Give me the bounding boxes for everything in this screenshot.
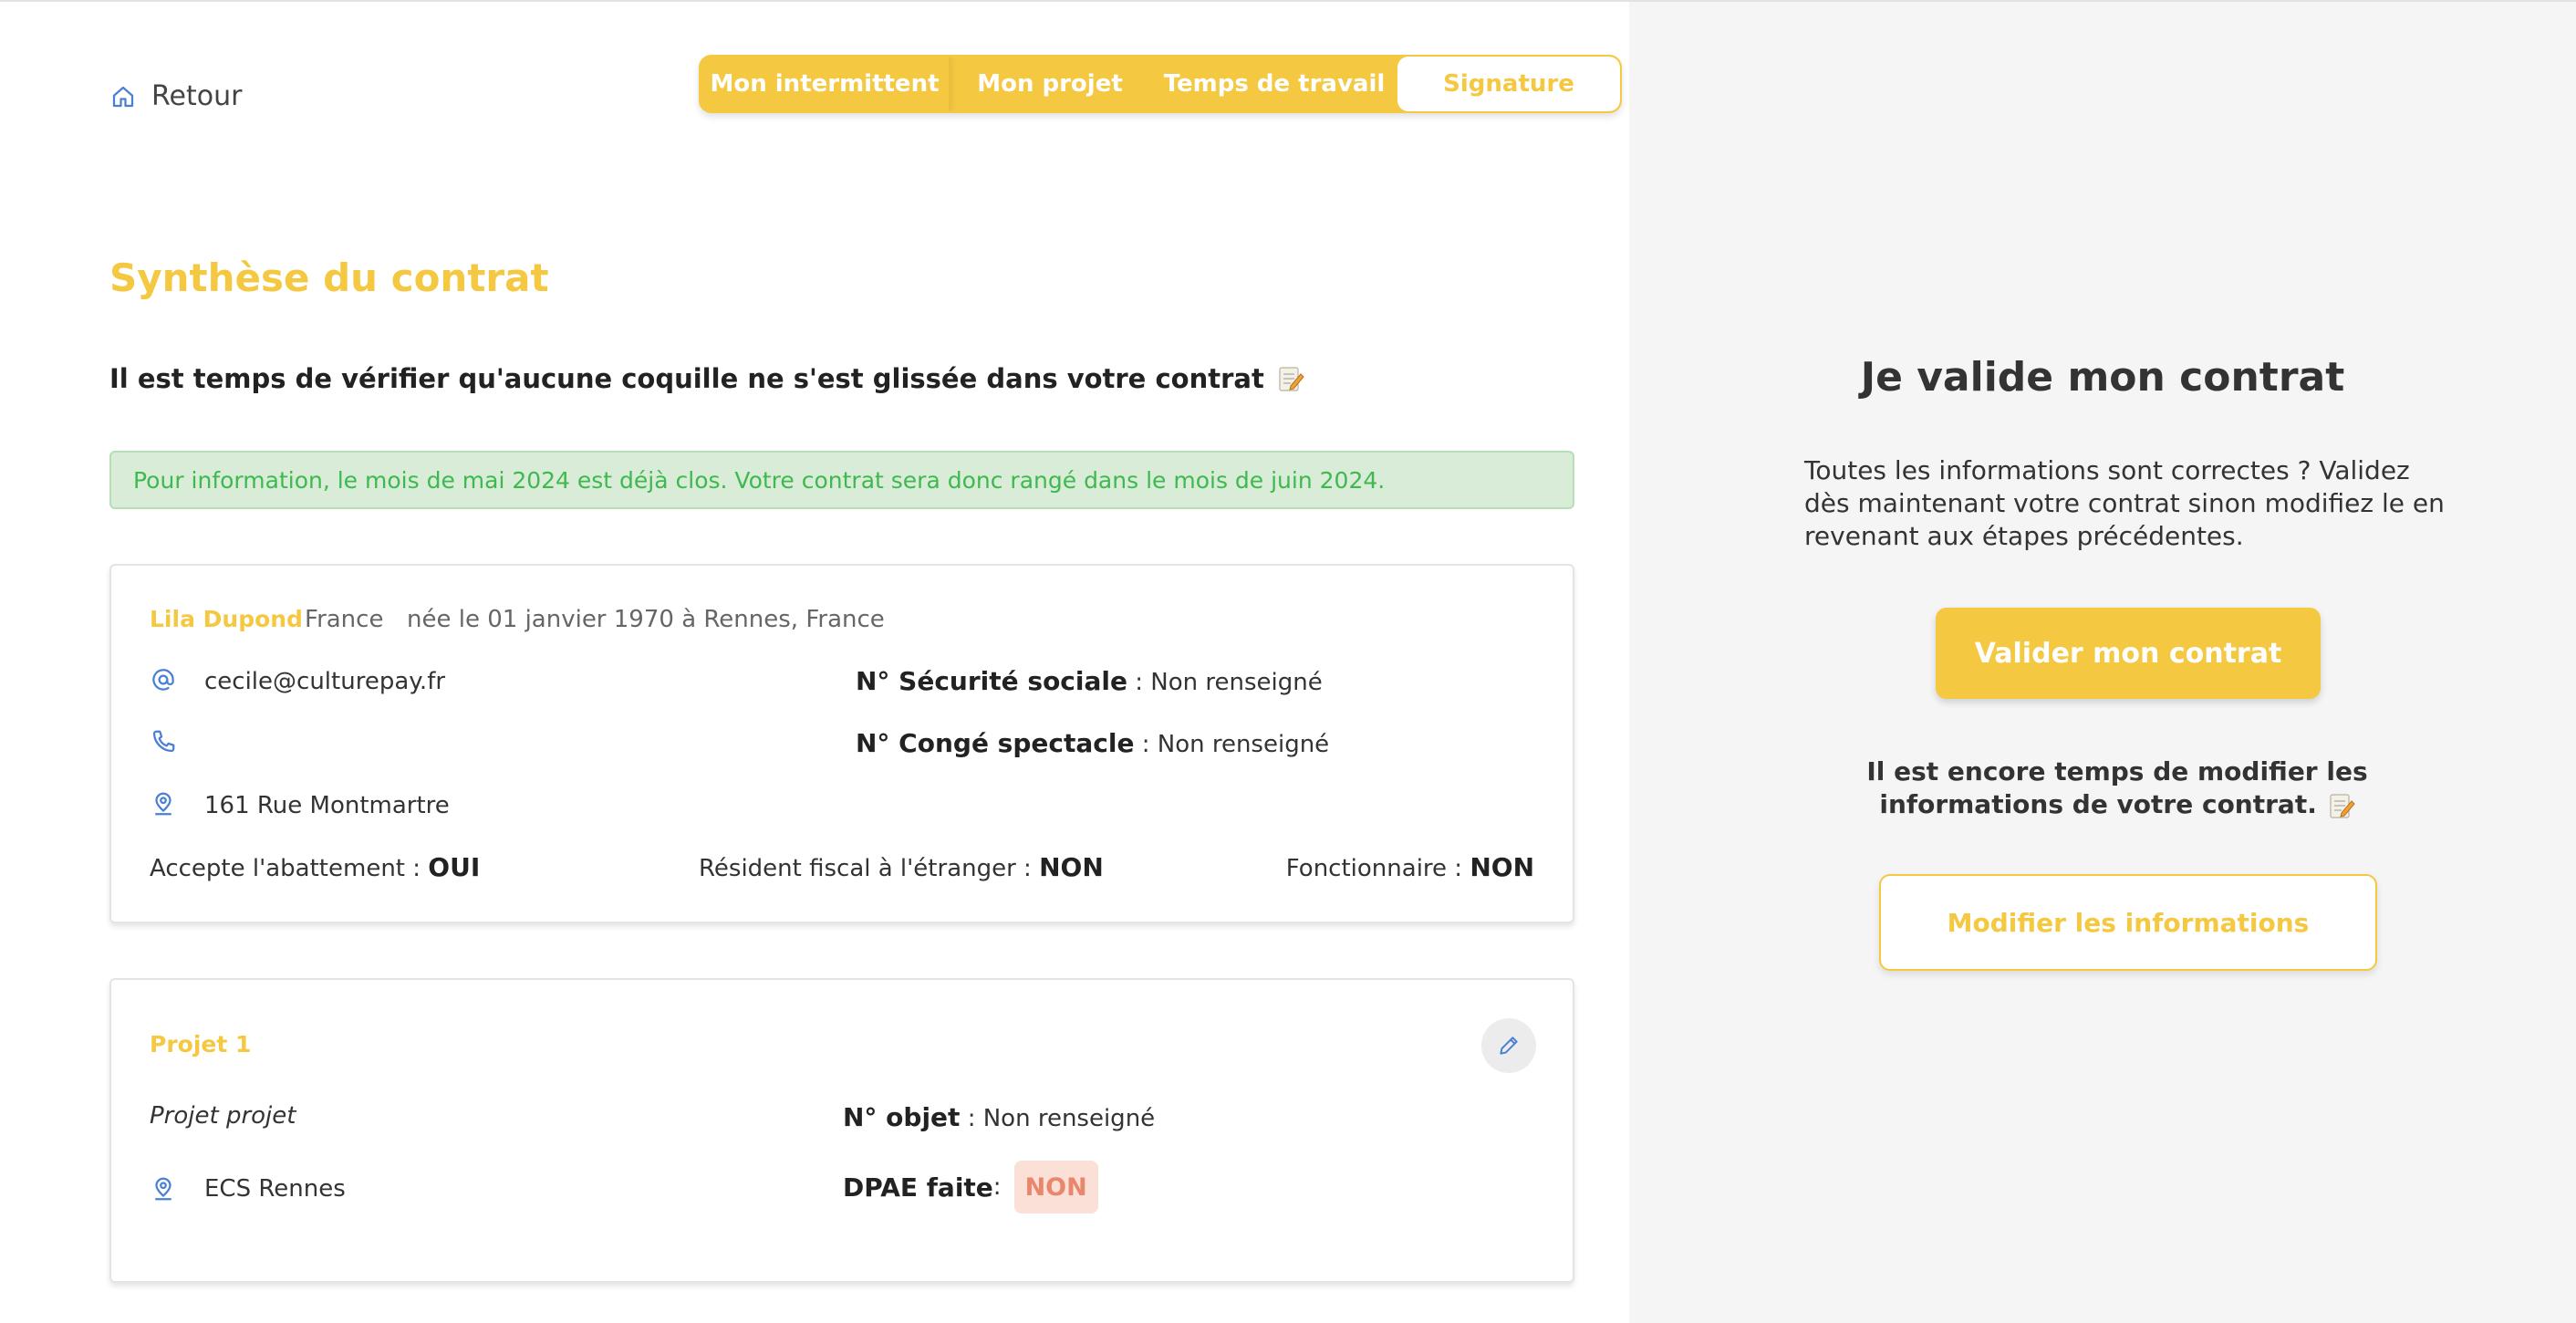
- person-country: France: [305, 606, 384, 633]
- project-name: Projet projet: [150, 1102, 296, 1130]
- dpae-label: DPAE faite: [843, 1172, 993, 1203]
- home-icon: [112, 86, 134, 107]
- location-pin-icon: [155, 792, 171, 816]
- modify-hint-text: Il est encore temps de modifier les info…: [1866, 756, 2368, 819]
- step-temps-de-travail[interactable]: Temps de travail: [1151, 57, 1397, 111]
- edit-project-button[interactable]: [1481, 1018, 1536, 1073]
- fonctionnaire-value: NON: [1470, 852, 1534, 882]
- memo-icon: [1279, 367, 1304, 391]
- person-name: Lila Dupond: [150, 606, 303, 632]
- dpae-status-badge: NON: [1013, 1161, 1098, 1214]
- abattement-value: OUI: [428, 852, 481, 882]
- back-label: Retour: [151, 80, 243, 112]
- abattement-field: Accepte l'abattement : OUI: [150, 852, 480, 882]
- validation-text: Toutes les informations sont correctes ?…: [1804, 455, 2445, 551]
- modify-info-button[interactable]: Modifier les informations: [1879, 874, 2377, 971]
- modify-hint: Il est encore temps de modifier les info…: [1812, 755, 2423, 821]
- validate-contract-button[interactable]: Valider mon contrat: [1936, 608, 2321, 699]
- page-subtitle: Il est temps de vérifier qu'aucune coqui…: [109, 363, 1304, 394]
- objet-field: N° objet : Non renseigné: [843, 1102, 1155, 1132]
- step-mon-intermittent[interactable]: Mon intermittent: [701, 57, 949, 111]
- project-location: ECS Rennes: [204, 1175, 346, 1203]
- resident-value: NON: [1039, 852, 1104, 882]
- abattement-label: Accepte l'abattement :: [150, 855, 429, 882]
- resident-label: Résident fiscal à l'étranger :: [699, 855, 1040, 882]
- at-icon: [152, 669, 174, 691]
- dpae-field: DPAE faite : NON: [843, 1161, 1098, 1214]
- validation-title: Je valide mon contrat: [1860, 354, 2345, 401]
- pencil-icon: [1500, 1037, 1518, 1055]
- conge-label: N° Congé spectacle: [856, 728, 1135, 758]
- step-signature[interactable]: Signature: [1397, 57, 1620, 111]
- project-card: Projet 1 Projet projet N° objet : Non re…: [109, 978, 1574, 1283]
- dpae-separator: :: [992, 1173, 1002, 1201]
- main-panel: Retour Mon intermittent Mon projet Temps…: [0, 2, 1629, 1323]
- phone-icon: [152, 730, 175, 753]
- secu-value: : Non renseigné: [1127, 669, 1323, 696]
- conge-field: N° Congé spectacle : Non renseigné: [856, 728, 1329, 758]
- subtitle-text: Il est temps de vérifier qu'aucune coqui…: [109, 363, 1264, 394]
- fonctionnaire-label: Fonctionnaire :: [1285, 855, 1470, 882]
- location-pin-icon: [155, 1177, 171, 1201]
- objet-label: N° objet: [843, 1102, 961, 1132]
- secu-label: N° Sécurité sociale: [856, 666, 1127, 696]
- project-title: Projet 1: [150, 1031, 252, 1057]
- person-birth: née le 01 janvier 1970 à Rennes, France: [407, 606, 885, 633]
- stepper: Mon intermittent Mon projet Temps de tra…: [699, 55, 1622, 113]
- validation-panel: Je valide mon contrat Toutes les informa…: [1629, 2, 2576, 1323]
- fonctionnaire-field: Fonctionnaire : NON: [1286, 852, 1534, 882]
- person-address: 161 Rue Montmartre: [204, 792, 450, 819]
- person-email: cecile@culturepay.fr: [204, 668, 446, 695]
- objet-value: : Non renseigné: [960, 1105, 1156, 1132]
- conge-value: : Non renseigné: [1134, 731, 1330, 758]
- intermittent-card: Lila Dupond France née le 01 janvier 197…: [109, 564, 1574, 923]
- memo-icon: [2330, 794, 2355, 818]
- page-title: Synthèse du contrat: [109, 255, 549, 300]
- info-banner: Pour information, le mois de mai 2024 es…: [109, 451, 1574, 509]
- resident-field: Résident fiscal à l'étranger : NON: [699, 852, 1104, 882]
- back-link[interactable]: Retour: [109, 80, 242, 112]
- step-mon-projet[interactable]: Mon projet: [949, 57, 1151, 111]
- secu-field: N° Sécurité sociale : Non renseigné: [856, 666, 1323, 696]
